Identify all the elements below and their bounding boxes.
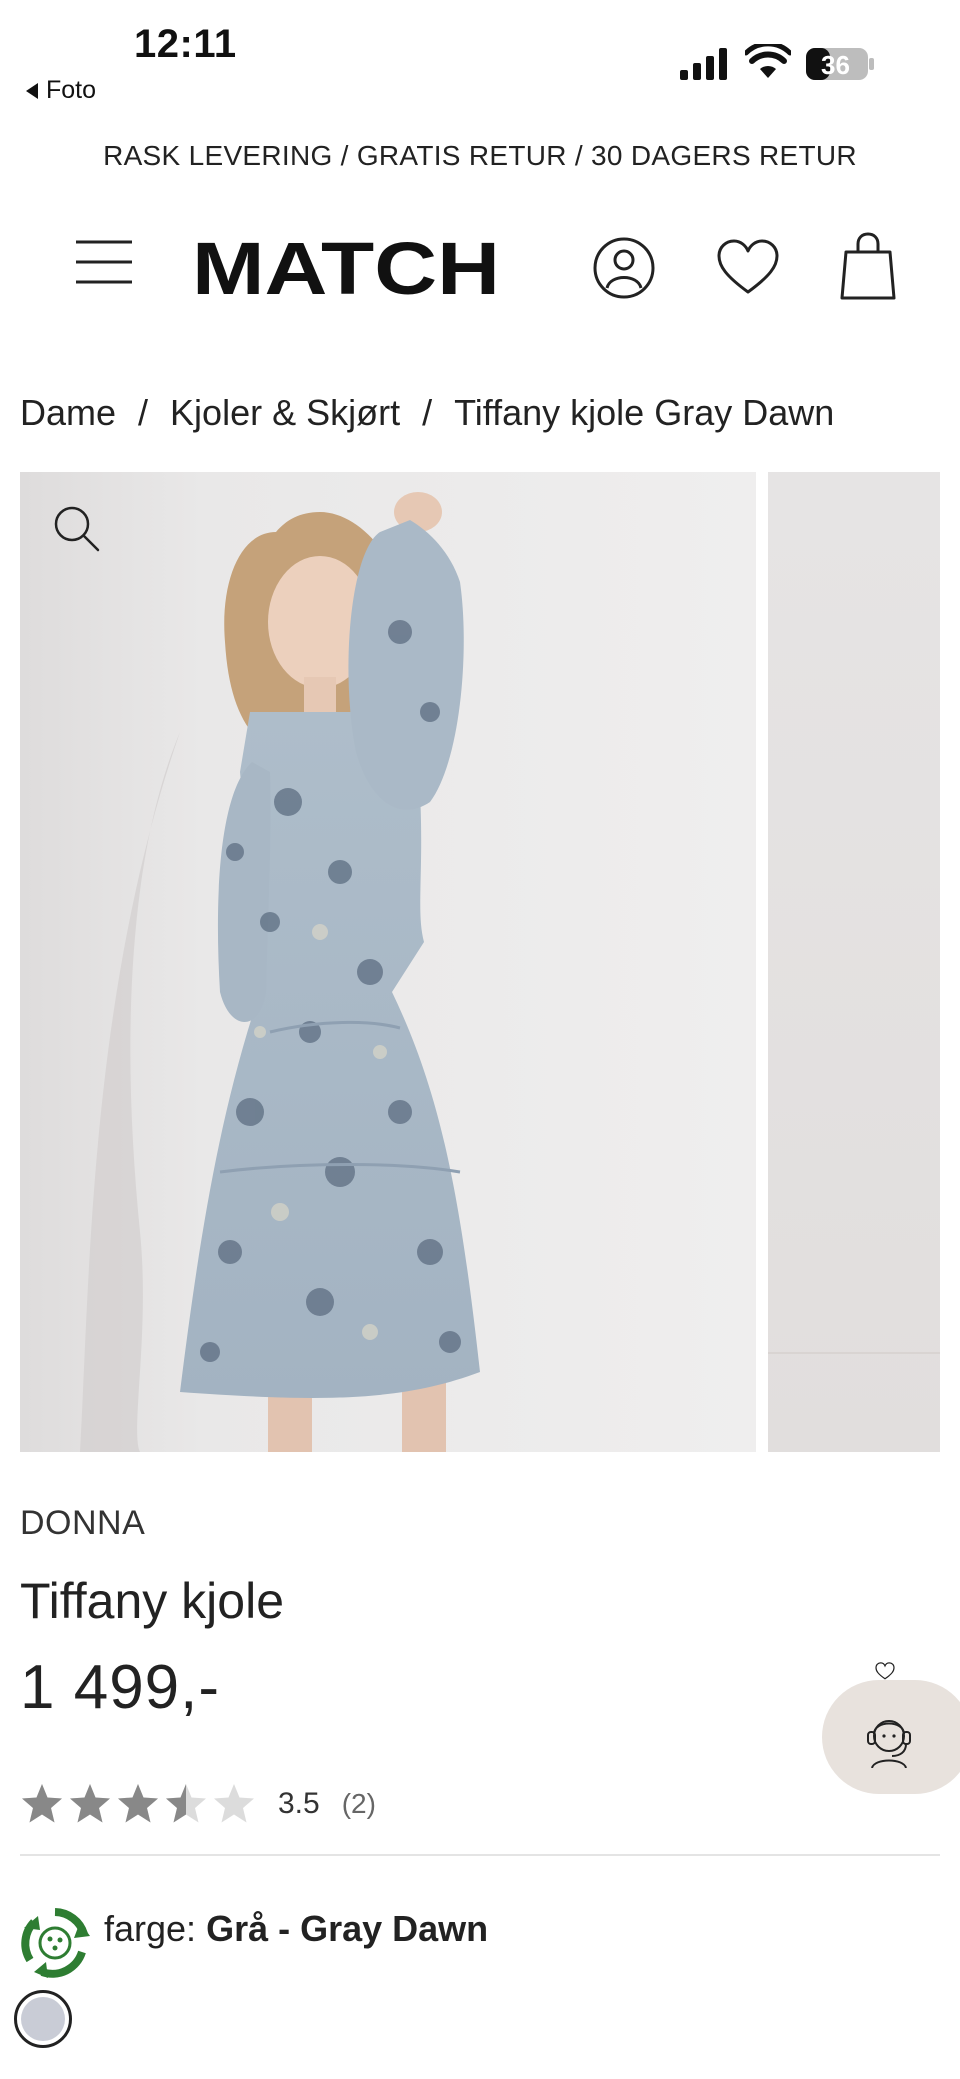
breadcrumb-separator: / (138, 392, 149, 433)
color-swatch-gray-dawn[interactable] (14, 1990, 72, 2048)
color-value: Grå - Gray Dawn (206, 1908, 489, 1949)
cellular-signal-icon (680, 48, 727, 80)
rating-value: 3.5 (278, 1787, 320, 1820)
match-logo[interactable]: MATCH (192, 227, 500, 310)
wifi-icon (745, 44, 791, 78)
rating-count: (2) (341, 1788, 376, 1819)
support-agent-icon (867, 1720, 911, 1768)
zoom-search-icon[interactable] (52, 504, 102, 554)
rating-star-icon (118, 1784, 158, 1823)
status-time: 12:11 (134, 22, 237, 66)
color-swatch-fill (21, 1997, 65, 2041)
logo-text: MATCH (192, 234, 500, 300)
promo-banner: RASK LEVERING / GRATIS RETUR / 30 DAGERS… (103, 140, 857, 171)
heart-icon[interactable] (716, 238, 780, 298)
color-label: farge: (104, 1908, 207, 1949)
rating-star-icon (166, 1784, 206, 1823)
rating-star-icon (214, 1784, 254, 1823)
rating-stars (20, 1782, 256, 1826)
sustainability-recycle-icon (21, 1908, 90, 1978)
menu-icon[interactable] (76, 240, 132, 284)
back-to-app-link[interactable]: Foto (26, 76, 96, 105)
product-brand[interactable]: DONNA (20, 1504, 145, 1543)
battery-indicator: 36 (805, 47, 875, 81)
product-image-main[interactable] (20, 472, 756, 1452)
breadcrumb-item-kjoler[interactable]: Kjoler & Skjørt (170, 392, 400, 434)
product-image-next[interactable] (768, 472, 940, 1452)
back-triangle-icon (26, 82, 38, 99)
rating-star-icon (70, 1784, 110, 1823)
back-label: Foto (46, 76, 97, 104)
color-selection-label: farge: Grå - Gray Dawn (104, 1908, 488, 1950)
user-icon[interactable] (592, 236, 656, 300)
breadcrumb-item-current: Tiffany kjole Gray Dawn (454, 392, 835, 433)
rating-star-icon (22, 1784, 62, 1823)
product-rating[interactable]: 3.5 (2) (20, 1780, 376, 1828)
battery-level: 36 (821, 50, 850, 80)
product-photo-dress (20, 472, 756, 1452)
section-divider (20, 1854, 940, 1856)
shopping-bag-icon[interactable] (838, 232, 898, 300)
breadcrumb: Dame / Kjoler & Skjørt / Tiffany kjole G… (20, 392, 834, 434)
product-price: 1 499,- (20, 1653, 221, 1722)
logo-wordmark: MATCH (192, 227, 500, 310)
breadcrumb-separator: / (422, 392, 433, 433)
customer-service-chat-button[interactable] (822, 1680, 960, 1794)
breadcrumb-item-dame[interactable]: Dame (20, 392, 116, 434)
product-title: Tiffany kjole (20, 1573, 285, 1629)
wishlist-heart-icon[interactable] (852, 1662, 918, 1680)
image-floor-line (768, 1352, 940, 1354)
